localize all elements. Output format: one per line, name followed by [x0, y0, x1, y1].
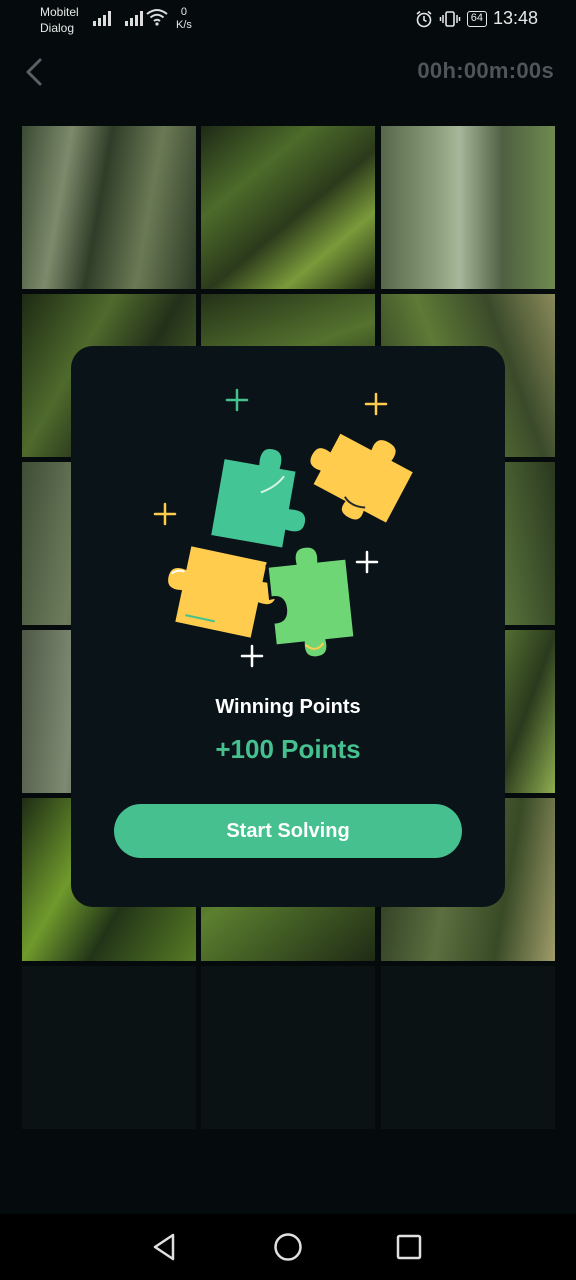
puzzle-tile[interactable]	[22, 126, 196, 289]
status-time: 13:48	[492, 8, 538, 28]
status-bar: Mobitel Dialog 0 K/s 64 13:48	[0, 0, 576, 44]
start-solving-button[interactable]: Start Solving	[114, 804, 462, 858]
wifi-icon	[146, 9, 168, 26]
nav-back-button[interactable]	[148, 1230, 182, 1264]
empty-tile[interactable]	[22, 966, 196, 1129]
nav-home-button[interactable]	[271, 1230, 305, 1264]
circle-home-icon	[274, 1233, 302, 1261]
network-speed: 0 K/s	[176, 6, 192, 32]
points-value: +100 Points	[215, 734, 361, 764]
vibrate-icon	[439, 10, 460, 27]
sparkle-icon	[225, 388, 249, 412]
dialog-title: Winning Points	[215, 696, 361, 718]
chevron-left-icon	[26, 58, 42, 86]
signal-1-icon	[93, 11, 111, 26]
carrier-2: Dialog	[40, 21, 75, 35]
puzzle-screen: Mobitel Dialog 0 K/s 64 13:48 00h:00m:00…	[0, 0, 576, 1280]
status-right: 64 13:48	[415, 8, 538, 29]
network-speed-value: 0	[180, 6, 188, 18]
carrier-1: Mobitel	[40, 5, 79, 19]
nav-recent-button[interactable]	[392, 1230, 426, 1264]
puzzle-tile[interactable]	[381, 126, 555, 289]
puzzle-pieces-icon	[153, 388, 417, 668]
network-speed-unit: K/s	[176, 19, 192, 31]
battery-level: 64	[466, 10, 487, 27]
back-button[interactable]	[18, 54, 54, 90]
triangle-back-icon	[153, 1233, 175, 1261]
carrier-labels: Mobitel Dialog	[40, 4, 79, 36]
empty-tile[interactable]	[201, 966, 375, 1129]
puzzle-tile[interactable]	[201, 126, 375, 289]
alarm-icon	[416, 10, 432, 27]
empty-tile[interactable]	[381, 966, 555, 1129]
square-recent-icon	[396, 1234, 422, 1260]
elapsed-timer: 00h:00m:00s	[417, 58, 554, 83]
winning-points-dialog: Winning Points +100 Points Start Solving	[71, 346, 505, 907]
system-nav-bar	[0, 1214, 576, 1280]
signal-2-icon	[125, 11, 143, 26]
